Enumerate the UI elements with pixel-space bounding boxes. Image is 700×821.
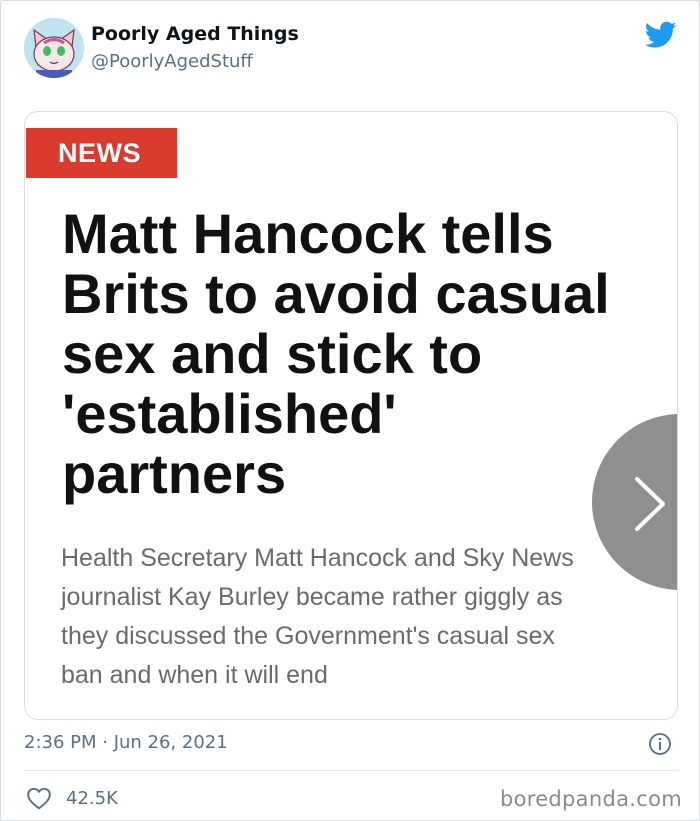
article-standfirst: Health Secretary Matt Hancock and Sky Ne… bbox=[61, 539, 661, 695]
standfirst-line: they discussed the Government's casual s… bbox=[61, 622, 555, 650]
avatar[interactable] bbox=[24, 18, 84, 78]
heart-icon bbox=[27, 787, 51, 810]
headline-line: 'established' bbox=[62, 382, 397, 445]
author-handle[interactable]: @PoorlyAgedStuff bbox=[91, 51, 253, 72]
news-badge: NEWS bbox=[26, 128, 177, 178]
source-watermark: boredpanda.com bbox=[499, 787, 682, 811]
tweet-embed: Poorly Aged Things @PoorlyAgedStuff NEWS… bbox=[0, 0, 700, 821]
tweet-header: Poorly Aged Things @PoorlyAgedStuff bbox=[24, 18, 679, 82]
standfirst-line: journalist Kay Burley became rather gigg… bbox=[61, 583, 563, 611]
headline-line: sex and stick to bbox=[62, 322, 483, 385]
like-count: 42.5K bbox=[66, 787, 118, 809]
headline-line: Brits to avoid casual bbox=[62, 262, 610, 325]
twitter-bird-icon[interactable] bbox=[644, 21, 677, 49]
chevron-right-icon bbox=[635, 477, 665, 531]
news-card-image[interactable]: NEWS Matt Hancock tells Brits to avoid c… bbox=[24, 111, 678, 720]
divider bbox=[24, 770, 679, 771]
headline-line: Matt Hancock tells bbox=[62, 202, 554, 265]
tweet-timestamp[interactable]: 2:36 PM · Jun 26, 2021 bbox=[24, 732, 228, 753]
author-display-name[interactable]: Poorly Aged Things bbox=[91, 23, 299, 45]
headline-line: partners bbox=[62, 442, 287, 505]
standfirst-line: ban and when it will end bbox=[61, 661, 328, 689]
standfirst-line: Health Secretary Matt Hancock and Sky Ne… bbox=[61, 544, 574, 572]
like-action[interactable]: 42.5K bbox=[26, 785, 118, 811]
info-icon[interactable] bbox=[648, 732, 672, 756]
article-headline: Matt Hancock tells Brits to avoid casual… bbox=[62, 204, 662, 504]
